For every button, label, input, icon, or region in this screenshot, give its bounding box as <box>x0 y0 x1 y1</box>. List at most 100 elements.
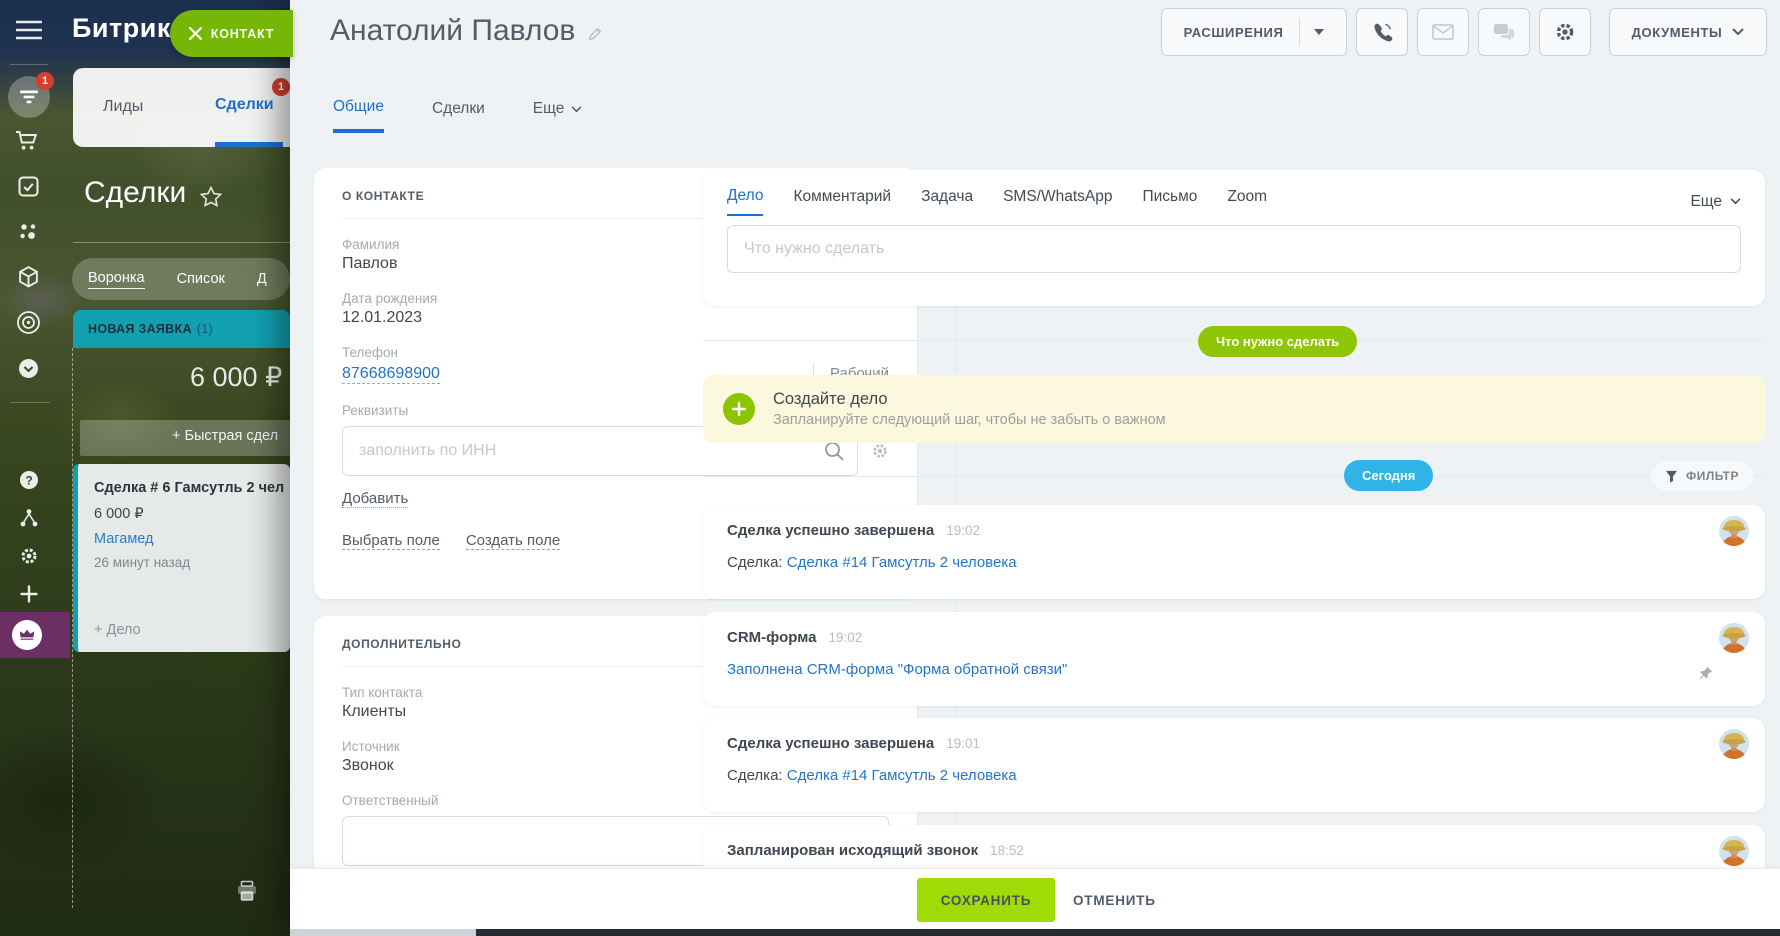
contact-detail-panel: Анатолий Павлов Общие Сделки Еще РАСШИРЕ… <box>290 0 1780 936</box>
page-title-row: Анатолий Павлов <box>330 14 603 48</box>
banner-title: Создайте дело <box>773 390 1166 409</box>
phone-icon <box>1372 22 1393 43</box>
avatar[interactable] <box>1719 729 1749 759</box>
cart-icon[interactable] <box>15 130 39 151</box>
hamburger-menu-icon[interactable] <box>16 20 42 40</box>
view-switcher: Воронка Список Д <box>72 258 290 300</box>
stage-header[interactable]: НОВАЯ ЗАЯВКА (1) <box>73 310 290 348</box>
deal-card[interactable]: Сделка # 6 Гамсутль 2 чел 6 000 ₽ Магаме… <box>73 464 290 652</box>
deal-add-activity[interactable]: + Дело <box>94 622 141 638</box>
view-truncated[interactable]: Д <box>257 271 267 287</box>
entry-time: 19:02 <box>946 523 980 538</box>
save-button[interactable]: СОХРАНИТЬ <box>917 878 1055 922</box>
cancel-button[interactable]: ОТМЕНИТЬ <box>1073 878 1156 922</box>
phone-label: Телефон <box>342 345 889 360</box>
quick-deal-button[interactable]: + Быстрая сдел <box>80 420 290 456</box>
storage-cube-icon[interactable] <box>18 266 39 288</box>
extensions-label: РАСШИРЕНИЯ <box>1184 25 1284 40</box>
create-field-link[interactable]: Создать поле <box>466 532 560 550</box>
timeline-entry: Сделка успешно завершена 19:01 Сделка: С… <box>703 718 1765 812</box>
subscription-crown-icon[interactable] <box>12 620 42 650</box>
notification-badge: 1 <box>36 72 54 90</box>
composer-tab-sms[interactable]: SMS/WhatsApp <box>1003 188 1112 215</box>
composer-tab-activity[interactable]: Дело <box>727 187 763 216</box>
tab-leads[interactable]: Лиды <box>103 98 143 116</box>
edit-name-icon[interactable] <box>587 26 603 42</box>
chevron-down-icon <box>571 106 582 113</box>
header-actions: РАСШИРЕНИЯ ДОКУМЕНТЫ <box>1161 8 1767 56</box>
community-icon[interactable] <box>18 222 39 243</box>
entry-time: 18:52 <box>990 843 1024 858</box>
printer-icon[interactable] <box>236 880 258 902</box>
kanban-title: Сделки <box>84 176 186 210</box>
marketing-target-icon[interactable] <box>16 310 41 335</box>
gear-icon <box>1554 21 1576 43</box>
tab-deals[interactable]: Сделки <box>215 96 274 114</box>
search-icon[interactable] <box>824 441 844 461</box>
help-icon[interactable]: ? <box>19 470 39 490</box>
requisites-settings-icon[interactable] <box>871 442 889 460</box>
add-requisite-link[interactable]: Добавить <box>342 490 408 508</box>
additional-card-title: ДОПОЛНИТЕЛЬНО <box>342 637 461 651</box>
composer-input[interactable] <box>727 225 1741 273</box>
close-icon[interactable] <box>189 27 202 40</box>
deal-title[interactable]: Сделка # 6 Гамсутль 2 чел <box>94 480 290 496</box>
call-button[interactable] <box>1356 8 1408 56</box>
email-button[interactable] <box>1417 8 1469 56</box>
tab-general[interactable]: Общие <box>333 98 384 133</box>
composer-tab-mail[interactable]: Письмо <box>1143 188 1198 215</box>
add-plus-icon[interactable] <box>19 584 39 604</box>
structure-icon[interactable] <box>19 508 39 528</box>
filter-button[interactable]: ФИЛЬТР <box>1651 461 1753 491</box>
entry-prefix: Сделка: <box>727 554 783 571</box>
avatar[interactable] <box>1719 516 1749 546</box>
chat-button[interactable] <box>1478 8 1530 56</box>
date-pill[interactable]: Сегодня <box>1344 460 1433 491</box>
banner-subtitle: Запланируйте следующий шаг, чтобы не заб… <box>773 412 1166 428</box>
entry-title: Запланирован исходящий звонок <box>727 842 978 859</box>
contact-slider-tab[interactable]: КОНТАКТ <box>170 10 293 57</box>
settings-button[interactable] <box>1539 8 1591 56</box>
settings-gear-icon[interactable] <box>19 546 39 566</box>
avatar[interactable] <box>1719 836 1749 866</box>
stage-total: 6 000 ₽ <box>190 362 282 393</box>
deal-person-link[interactable]: Магамед <box>94 531 290 547</box>
tab-more[interactable]: Еще <box>533 98 583 133</box>
pin-icon[interactable] <box>1697 666 1713 682</box>
entry-title: Сделка успешно завершена <box>727 735 934 752</box>
tasks-icon[interactable] <box>18 176 39 197</box>
timeline-composer: Дело Комментарий Задача SMS/WhatsApp Пис… <box>703 170 1765 306</box>
tab-deals[interactable]: Сделки <box>432 98 485 133</box>
documents-button[interactable]: ДОКУМЕНТЫ <box>1609 8 1767 56</box>
composer-tab-zoom[interactable]: Zoom <box>1227 188 1267 215</box>
view-list[interactable]: Список <box>177 271 225 287</box>
composer-tab-comment[interactable]: Комментарий <box>793 188 891 215</box>
deal-link[interactable]: Сделка #14 Гамсутль 2 человека <box>787 767 1017 784</box>
more-chevron-circle-icon[interactable] <box>18 358 39 379</box>
kanban-divider <box>73 242 290 243</box>
entry-title: Сделка успешно завершена <box>727 522 934 539</box>
about-card-title: О КОНТАКТЕ <box>342 189 424 203</box>
timeline-entry: Сделка успешно завершена 19:02 Сделка: С… <box>703 505 1765 599</box>
stage-name: НОВАЯ ЗАЯВКА <box>88 322 192 336</box>
avatar[interactable] <box>1719 623 1749 653</box>
view-funnel[interactable]: Воронка <box>88 270 145 289</box>
favorite-star-icon[interactable] <box>200 186 222 207</box>
chat-bubbles-icon <box>1493 23 1515 41</box>
composer-tab-task[interactable]: Задача <box>921 188 973 215</box>
deal-link[interactable]: Сделка #14 Гамсутль 2 человека <box>787 554 1017 571</box>
entry-title: CRM-форма <box>727 629 816 646</box>
caret-down-icon[interactable] <box>1314 29 1324 35</box>
add-plus-icon[interactable] <box>723 393 755 425</box>
phone-value-link[interactable]: 87668698900 <box>342 365 440 384</box>
contact-tab-label: КОНТАКТ <box>211 27 274 41</box>
rail-divider <box>10 402 50 403</box>
composer-tab-more[interactable]: Еще <box>1690 193 1741 211</box>
timeline-separator <box>703 476 1765 477</box>
tab-more-label: Еще <box>533 100 565 118</box>
extensions-button[interactable]: РАСШИРЕНИЯ <box>1161 8 1347 56</box>
timeline-entry: CRM-форма 19:02 Заполнена CRM-форма "Фор… <box>703 612 1765 706</box>
select-field-link[interactable]: Выбрать поле <box>342 532 440 550</box>
envelope-icon <box>1432 24 1454 40</box>
crm-form-link[interactable]: Заполнена CRM-форма "Форма обратной связ… <box>727 661 1067 678</box>
